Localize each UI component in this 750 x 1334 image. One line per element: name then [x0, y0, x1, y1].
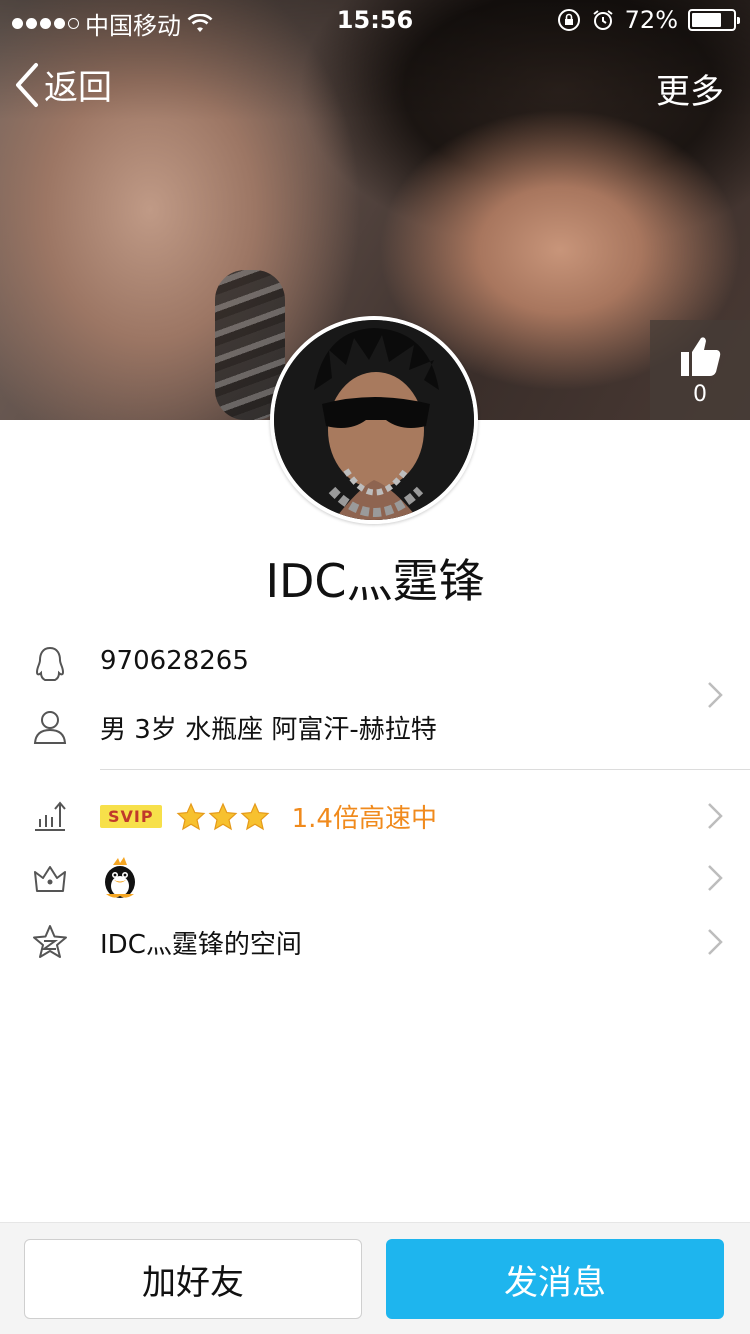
vip-badge-row[interactable]: [0, 856, 750, 900]
profile-name: IDC灬霆锋: [265, 554, 485, 608]
chevron-right-icon: [708, 865, 723, 891]
star-icon: [240, 802, 270, 830]
status-bar: 中国移动 15:56 72%: [0, 0, 750, 40]
rotation-lock-icon: [557, 9, 580, 31]
battery-percent: 72%: [624, 6, 678, 34]
bottom-action-bar: 加好友 发消息: [0, 1222, 750, 1334]
chevron-right-icon: [708, 803, 723, 829]
avatar-portrait: [274, 320, 474, 520]
send-message-button[interactable]: 发消息: [386, 1239, 724, 1319]
avatar[interactable]: [270, 316, 478, 524]
chevron-left-icon: [16, 62, 38, 107]
level-chart-icon: [30, 796, 70, 836]
speed-status: 1.4倍高速中: [291, 804, 437, 834]
qzone-label: IDC灬霆锋的空间: [100, 930, 302, 960]
more-button[interactable]: 更多: [656, 64, 724, 113]
chevron-right-icon[interactable]: [706, 680, 724, 710]
penguin-outline-icon: [30, 644, 70, 684]
star-icon: [176, 802, 206, 830]
qzone-star-icon: [30, 922, 70, 962]
vip-stars: [176, 802, 270, 832]
thumbs-up-icon: [681, 336, 721, 376]
vip-level-row[interactable]: SVIP 1.4倍高速中: [0, 794, 750, 838]
profile-details: 男 3岁 水瓶座 阿富汗-赫拉特: [100, 715, 437, 745]
profile-page: 中国移动 15:56 72% 返回 更多 0 IDC灬霆锋 970628265 …: [0, 0, 750, 1334]
like-count: 0: [693, 381, 707, 407]
back-label: 返回: [44, 68, 112, 108]
divider: [100, 769, 750, 770]
details-row[interactable]: 男 3岁 水瓶座 阿富汗-赫拉特: [0, 705, 750, 749]
star-icon: [208, 802, 238, 830]
alarm-icon: [593, 10, 613, 30]
back-button[interactable]: 返回: [14, 60, 112, 109]
svip-badge: SVIP: [100, 805, 162, 828]
qq-number: 970628265: [100, 646, 249, 676]
qzone-row[interactable]: IDC灬霆锋的空间: [0, 920, 750, 964]
qq-number-row: 970628265: [0, 642, 750, 686]
chevron-right-icon: [708, 929, 723, 955]
crown-icon: [30, 858, 70, 898]
person-outline-icon: [30, 707, 70, 747]
vip-penguin-icon: [105, 857, 135, 898]
like-button[interactable]: 0: [650, 320, 750, 420]
battery-icon: [688, 9, 740, 31]
add-friend-button[interactable]: 加好友: [24, 1239, 362, 1319]
